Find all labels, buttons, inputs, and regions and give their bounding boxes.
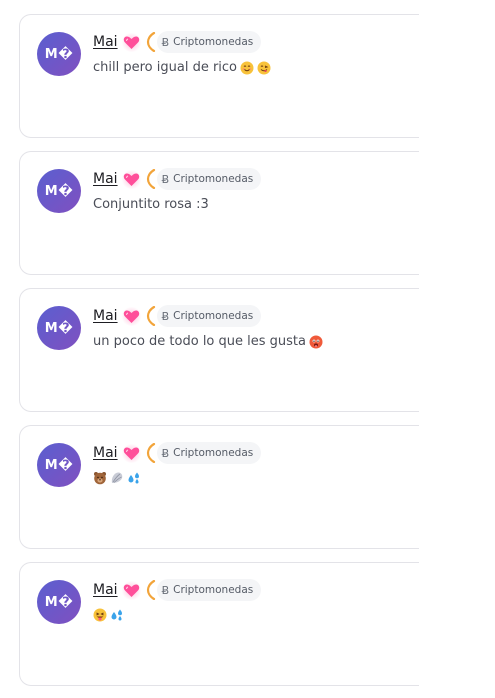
author-link[interactable]: Mai xyxy=(93,580,142,600)
avatar[interactable]: M� xyxy=(37,32,81,76)
author-link[interactable]: Mai xyxy=(93,443,142,463)
avatar[interactable]: M� xyxy=(37,443,81,487)
post-text xyxy=(93,471,141,485)
post-card[interactable]: M� Mai Ƀ Criptomonedas xyxy=(19,562,419,686)
post-text: un poco de todo lo que les gusta xyxy=(93,334,323,349)
sparkling-heart-icon xyxy=(120,580,142,600)
smiling-face-icon xyxy=(240,61,254,74)
bitcoin-icon: Ƀ xyxy=(161,583,170,597)
sweat-droplets-icon xyxy=(128,472,139,484)
sparkling-heart-icon xyxy=(120,169,142,189)
tag-label: Criptomonedas xyxy=(173,447,254,459)
post-text: chill pero igual de rico xyxy=(93,60,271,75)
seashell-icon xyxy=(111,472,123,483)
ring-icon xyxy=(146,442,156,464)
ring-icon xyxy=(146,31,156,53)
bitcoin-icon: Ƀ xyxy=(161,172,170,186)
post-feed: M� Mai Ƀ Criptomonedas chill pero igual … xyxy=(19,14,419,698)
sparkling-heart-icon xyxy=(120,32,142,52)
ring-icon xyxy=(146,168,156,190)
tag-label: Criptomonedas xyxy=(173,36,254,48)
tag-label: Criptomonedas xyxy=(173,173,254,185)
sweat-droplets-icon xyxy=(111,609,122,621)
post-text-content: Conjuntito rosa :3 xyxy=(93,197,209,212)
category-tag[interactable]: Ƀ Criptomonedas xyxy=(156,579,262,601)
category-tag[interactable]: Ƀ Criptomonedas xyxy=(156,305,262,327)
bitcoin-icon: Ƀ xyxy=(161,309,170,323)
post-header: Mai Ƀ Criptomonedas xyxy=(93,579,262,601)
post-header: Mai Ƀ Criptomonedas xyxy=(93,168,262,190)
category-tag[interactable]: Ƀ Criptomonedas xyxy=(156,31,262,53)
tag-label: Criptomonedas xyxy=(173,310,254,322)
author-link[interactable]: Mai xyxy=(93,306,142,326)
post-card[interactable]: M� Mai Ƀ Criptomonedas Conjuntito rosa :… xyxy=(19,151,419,275)
post-card[interactable]: M� Mai Ƀ Criptomonedas un poco de todo l… xyxy=(19,288,419,412)
post-card[interactable]: M� Mai Ƀ Criptomonedas chill pero igual … xyxy=(19,14,419,138)
bitcoin-icon: Ƀ xyxy=(161,35,170,49)
ring-icon xyxy=(146,579,156,601)
face-with-tongue-icon xyxy=(93,608,107,622)
sparkling-heart-icon xyxy=(120,306,142,326)
post-card[interactable]: M� Mai Ƀ Criptomonedas xyxy=(19,425,419,549)
post-text-content: un poco de todo lo que les gusta xyxy=(93,334,306,349)
avatar[interactable]: M� xyxy=(37,306,81,350)
author-link[interactable]: Mai xyxy=(93,32,142,52)
post-header: Mai Ƀ Criptomonedas xyxy=(93,31,262,53)
avatar[interactable]: M� xyxy=(37,169,81,213)
post-header: Mai Ƀ Criptomonedas xyxy=(93,305,262,327)
post-text-content: chill pero igual de rico xyxy=(93,60,238,75)
avatar[interactable]: M� xyxy=(37,580,81,624)
ring-icon xyxy=(146,305,156,327)
author-name[interactable]: Mai xyxy=(93,582,118,598)
category-tag[interactable]: Ƀ Criptomonedas xyxy=(156,442,262,464)
author-name[interactable]: Mai xyxy=(93,34,118,50)
bitcoin-icon: Ƀ xyxy=(161,446,170,460)
face-savoring-food-icon xyxy=(257,61,271,74)
category-tag[interactable]: Ƀ Criptomonedas xyxy=(156,168,262,190)
author-link[interactable]: Mai xyxy=(93,169,142,189)
hot-face-icon xyxy=(309,335,323,348)
author-name[interactable]: Mai xyxy=(93,308,118,324)
tag-label: Criptomonedas xyxy=(173,584,254,596)
sparkling-heart-icon xyxy=(120,443,142,463)
author-name[interactable]: Mai xyxy=(93,445,118,461)
bear-icon xyxy=(94,472,106,485)
post-text xyxy=(93,608,124,622)
post-text: Conjuntito rosa :3 xyxy=(93,197,209,212)
post-header: Mai Ƀ Criptomonedas xyxy=(93,442,262,464)
author-name[interactable]: Mai xyxy=(93,171,118,187)
